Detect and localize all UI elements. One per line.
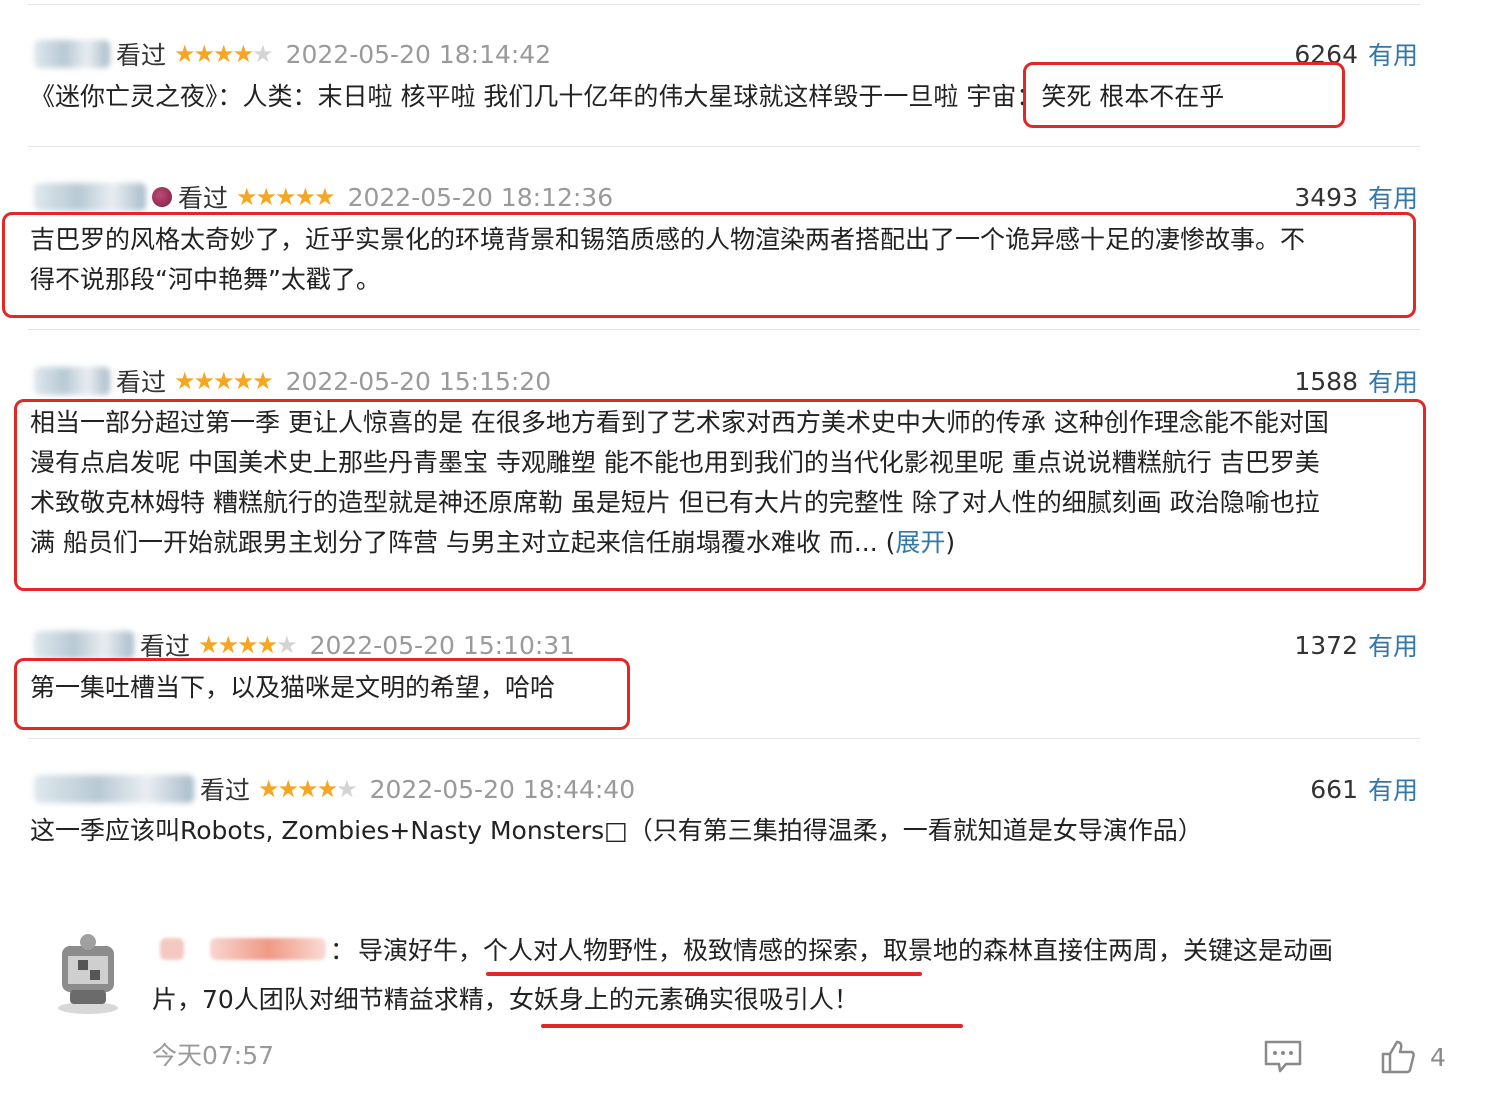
watched-status: 看过 bbox=[116, 41, 167, 70]
review-time: 2022-05-20 15:15:20 bbox=[285, 366, 552, 396]
rating-stars: ★★★★★ bbox=[174, 40, 274, 68]
vote-area: 1372 有用 bbox=[1294, 628, 1418, 662]
blurred-username bbox=[34, 40, 110, 68]
like-button[interactable]: 4 bbox=[1380, 1036, 1446, 1078]
highlight-box bbox=[14, 658, 630, 730]
divider bbox=[28, 146, 1420, 147]
review-time: 2022-05-20 18:44:40 bbox=[369, 774, 636, 804]
highlight-underline bbox=[541, 1024, 963, 1028]
avatar-icon bbox=[58, 934, 118, 1014]
useful-button[interactable]: 有用 bbox=[1368, 771, 1418, 807]
blurred-username bbox=[34, 775, 194, 803]
vote-count: 661 bbox=[1310, 774, 1358, 804]
vote-count: 1588 bbox=[1294, 366, 1358, 396]
blurred-username bbox=[34, 367, 110, 395]
comment-time: 今天07:57 bbox=[152, 1041, 275, 1070]
reply-button[interactable] bbox=[1262, 1038, 1304, 1076]
blurred-username bbox=[34, 631, 134, 659]
highlight-underline bbox=[486, 972, 922, 976]
divider bbox=[28, 4, 1420, 5]
watched-status: 看过 bbox=[178, 184, 229, 213]
divider bbox=[28, 738, 1420, 739]
divider bbox=[28, 329, 1420, 330]
comment-icon bbox=[1264, 1040, 1302, 1073]
review-meta: 看过 ★★★★★ 2022-05-20 15:15:20 bbox=[34, 364, 551, 398]
review-text: 这一季应该叫Robots, Zombies+Nasty Monsters□（只有… bbox=[30, 816, 1203, 845]
review-meta: 看过 ★★★★★ 2022-05-20 15:10:31 bbox=[34, 628, 575, 662]
vote-area: 3493 有用 bbox=[1294, 180, 1418, 214]
review-time: 2022-05-20 18:12:36 bbox=[347, 182, 614, 212]
review-meta: 看过 ★★★★★ 2022-05-20 18:12:36 bbox=[34, 180, 613, 214]
rating-stars: ★★★★★ bbox=[236, 183, 336, 211]
comment-text-line: 导演好牛，个人对人物野性，极致情感的探索，取景地的森林直接住两周，关键这是动画 bbox=[358, 936, 1334, 965]
useful-button[interactable]: 有用 bbox=[1368, 627, 1418, 663]
comment-text-line: 片，70人团队对细节精益求精，女妖身上的元素确实很吸引人！ bbox=[152, 985, 859, 1014]
useful-button[interactable]: 有用 bbox=[1368, 179, 1418, 215]
blurred-name bbox=[160, 938, 184, 960]
vote-area: 661 有用 bbox=[1310, 772, 1418, 806]
blurred-username bbox=[34, 183, 146, 211]
highlight-box bbox=[1023, 62, 1345, 128]
rating-stars: ★★★★★ bbox=[174, 367, 274, 395]
useful-button[interactable]: 有用 bbox=[1368, 36, 1418, 72]
blurred-name bbox=[210, 938, 326, 960]
review-time: 2022-05-20 15:10:31 bbox=[309, 630, 576, 660]
highlight-box bbox=[2, 212, 1416, 318]
watched-status: 看过 bbox=[200, 776, 251, 805]
review-meta: 看过 ★★★★★ 2022-05-20 18:14:42 bbox=[34, 37, 551, 71]
comment-separator: ： bbox=[330, 936, 356, 965]
commenter-avatar[interactable] bbox=[48, 930, 128, 1016]
rating-stars: ★★★★★ bbox=[198, 631, 298, 659]
grape-icon bbox=[152, 187, 172, 207]
highlight-box bbox=[14, 399, 1426, 591]
vote-count: 3493 bbox=[1294, 182, 1358, 212]
rating-stars: ★★★★★ bbox=[258, 775, 358, 803]
thumbs-up-icon bbox=[1381, 1040, 1415, 1074]
vote-area: 1588 有用 bbox=[1294, 364, 1418, 398]
review-meta: 看过 ★★★★★ 2022-05-20 18:44:40 bbox=[34, 772, 635, 806]
like-count: 4 bbox=[1430, 1042, 1446, 1072]
watched-status: 看过 bbox=[116, 368, 167, 397]
review-time: 2022-05-20 18:14:42 bbox=[285, 39, 552, 69]
useful-button[interactable]: 有用 bbox=[1368, 363, 1418, 399]
vote-count: 1372 bbox=[1294, 630, 1358, 660]
